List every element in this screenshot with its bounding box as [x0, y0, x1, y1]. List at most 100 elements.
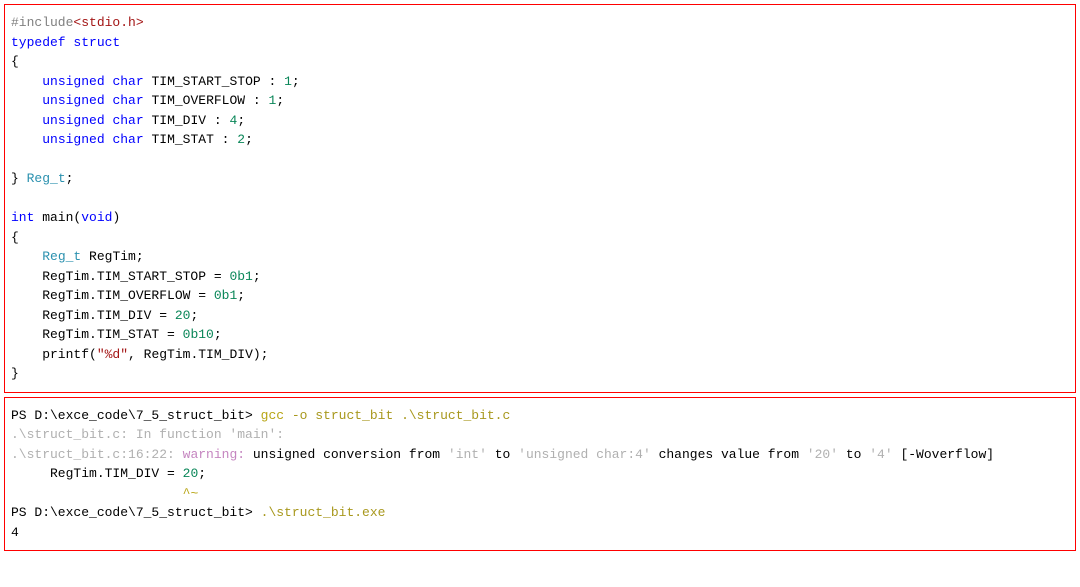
token: int: [11, 210, 34, 225]
token: #include: [11, 15, 73, 30]
token: TIM_STAT :: [144, 132, 238, 147]
token: unsigned: [42, 132, 104, 147]
token: gcc: [261, 408, 284, 423]
token: typedef: [11, 35, 66, 50]
token: to: [838, 447, 869, 462]
terminal-content: PS D:\exce_code\7_5_struct_bit> gcc -o s…: [11, 406, 1069, 543]
token: ;: [66, 171, 74, 186]
token: 4: [11, 525, 19, 540]
token: Reg_t: [42, 249, 81, 264]
token: [11, 132, 42, 147]
code-editor-panel: #include<stdio.h>typedef struct{ unsigne…: [4, 4, 1076, 393]
code-line: }: [11, 364, 1069, 384]
terminal-line: RegTim.TIM_DIV = 20;: [11, 464, 1069, 484]
code-line: unsigned char TIM_START_STOP : 1;: [11, 72, 1069, 92]
token: to: [487, 447, 518, 462]
code-line: int main(void): [11, 208, 1069, 228]
token: 20: [183, 466, 199, 481]
token: 0b1: [229, 269, 252, 284]
token: .\struct_bit.c:16:22:: [11, 447, 183, 462]
terminal-panel: PS D:\exce_code\7_5_struct_bit> gcc -o s…: [4, 397, 1076, 552]
token: RegTim.TIM_DIV =: [11, 466, 183, 481]
token: <stdio.h>: [73, 15, 143, 30]
token: unsigned conversion from: [245, 447, 448, 462]
token: .\struct_bit.c: In function 'main':: [11, 427, 284, 442]
code-line: RegTim.TIM_START_STOP = 0b1;: [11, 267, 1069, 287]
token: char: [112, 93, 143, 108]
token: ;: [214, 327, 222, 342]
token: 'unsigned char:4': [518, 447, 651, 462]
token: .\struct_bit.exe: [261, 505, 386, 520]
token: printf(: [11, 347, 97, 362]
token: ;: [292, 74, 300, 89]
token: unsigned: [42, 113, 104, 128]
code-line: printf("%d", RegTim.TIM_DIV);: [11, 345, 1069, 365]
code-line: #include<stdio.h>: [11, 13, 1069, 33]
token: [11, 486, 183, 501]
token: Reg_t: [27, 171, 66, 186]
terminal-line: 4: [11, 523, 1069, 543]
token: , RegTim.TIM_DIV);: [128, 347, 268, 362]
token: TIM_DIV :: [144, 113, 230, 128]
code-line: unsigned char TIM_DIV : 4;: [11, 111, 1069, 131]
token: RegTim.TIM_DIV =: [11, 308, 175, 323]
token: "%d": [97, 347, 128, 362]
token: [11, 74, 42, 89]
token: void: [81, 210, 112, 225]
code-line: RegTim.TIM_DIV = 20;: [11, 306, 1069, 326]
token: 2: [237, 132, 245, 147]
token: 1: [284, 74, 292, 89]
code-line: RegTim.TIM_OVERFLOW = 0b1;: [11, 286, 1069, 306]
token: unsigned: [42, 74, 104, 89]
token: 'int': [448, 447, 487, 462]
token: ^~: [183, 486, 199, 501]
token: ;: [276, 93, 284, 108]
token: [11, 249, 42, 264]
token: }: [11, 366, 19, 381]
token: PS D:\exce_code\7_5_struct_bit>: [11, 408, 261, 423]
token: 0b1: [214, 288, 237, 303]
token: 0b10: [183, 327, 214, 342]
token: [11, 93, 42, 108]
token: TIM_START_STOP :: [144, 74, 284, 89]
token: ;: [245, 132, 253, 147]
code-line: typedef struct: [11, 33, 1069, 53]
token: ;: [198, 466, 206, 481]
token: [-Woverflow]: [893, 447, 994, 462]
token: ;: [190, 308, 198, 323]
token: ;: [237, 113, 245, 128]
terminal-line: .\struct_bit.c: In function 'main':: [11, 425, 1069, 445]
token: '4': [869, 447, 892, 462]
token: ): [112, 210, 120, 225]
token: char: [112, 74, 143, 89]
token: [11, 113, 42, 128]
code-line: unsigned char TIM_STAT : 2;: [11, 130, 1069, 150]
code-line: [11, 189, 1069, 209]
token: warning:: [183, 447, 245, 462]
token: '20': [807, 447, 838, 462]
code-content: #include<stdio.h>typedef struct{ unsigne…: [11, 13, 1069, 384]
code-line: RegTim.TIM_STAT = 0b10;: [11, 325, 1069, 345]
token: 20: [175, 308, 191, 323]
code-line: unsigned char TIM_OVERFLOW : 1;: [11, 91, 1069, 111]
code-line: {: [11, 228, 1069, 248]
token: char: [112, 113, 143, 128]
token: RegTim;: [81, 249, 143, 264]
token: ;: [237, 288, 245, 303]
token: {: [11, 230, 19, 245]
token: unsigned: [42, 93, 104, 108]
code-line: [11, 150, 1069, 170]
terminal-line: PS D:\exce_code\7_5_struct_bit> gcc -o s…: [11, 406, 1069, 426]
token: -o struct_bit .\struct_bit.c: [284, 408, 510, 423]
token: {: [11, 54, 19, 69]
code-line: Reg_t RegTim;: [11, 247, 1069, 267]
token: main(: [34, 210, 81, 225]
terminal-line: ^~: [11, 484, 1069, 504]
token: ;: [253, 269, 261, 284]
token: changes value from: [651, 447, 807, 462]
token: RegTim.TIM_START_STOP =: [11, 269, 229, 284]
token: TIM_OVERFLOW :: [144, 93, 269, 108]
code-line: {: [11, 52, 1069, 72]
token: RegTim.TIM_STAT =: [11, 327, 183, 342]
token: RegTim.TIM_OVERFLOW =: [11, 288, 214, 303]
